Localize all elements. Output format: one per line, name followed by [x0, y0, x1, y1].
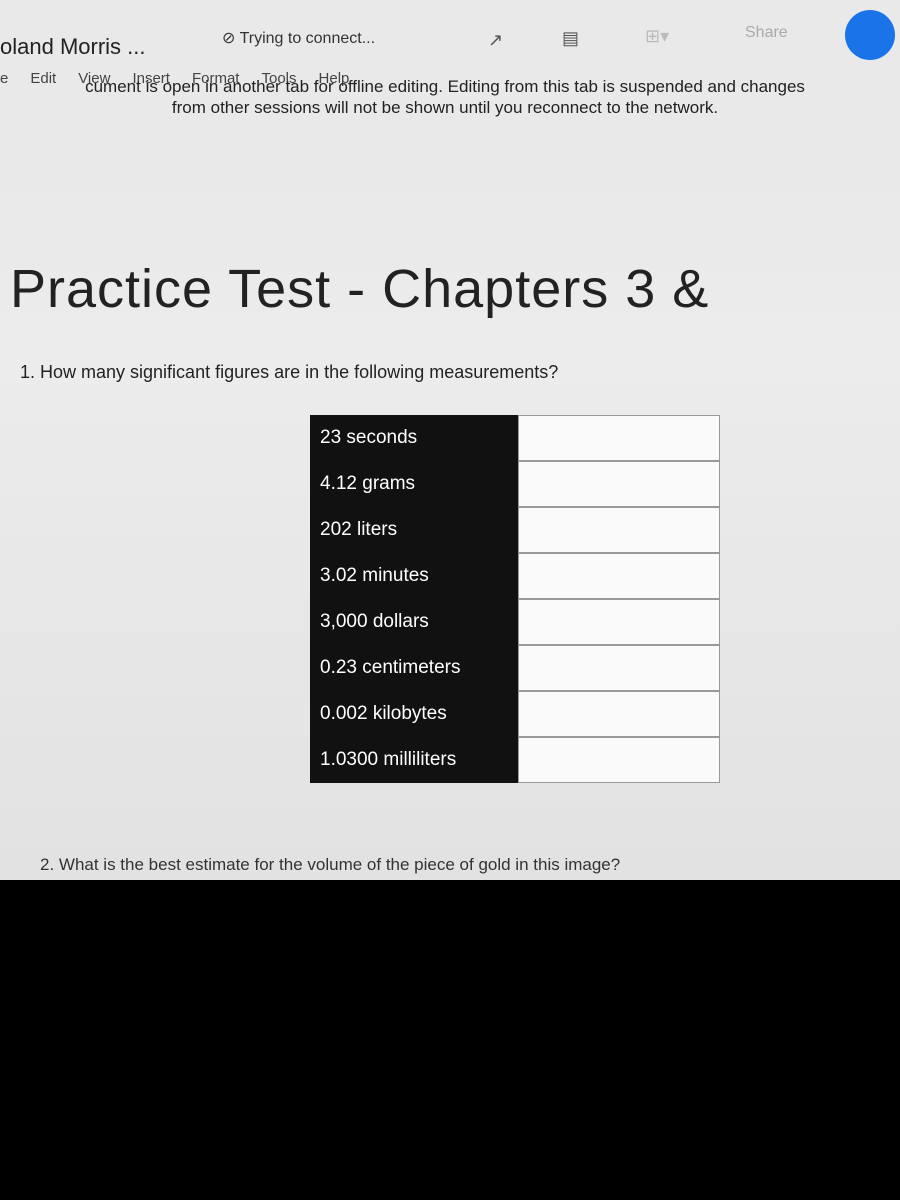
answer-cell[interactable] [518, 461, 720, 507]
answer-cell[interactable] [518, 645, 720, 691]
answer-cell[interactable] [518, 737, 720, 783]
table-row: 3,000 dollars [310, 599, 720, 645]
answer-cell[interactable] [518, 415, 720, 461]
answer-cell[interactable] [518, 691, 720, 737]
measurements-table: 23 seconds 4.12 grams 202 liters 3.02 mi… [310, 415, 720, 783]
measurement-cell: 3.02 minutes [310, 553, 518, 599]
table-row: 1.0300 milliliters [310, 737, 720, 783]
doc-title[interactable]: oland Morris ... [0, 34, 146, 60]
connection-status: ⊘ Trying to connect... [222, 28, 375, 48]
offline-banner: cument is open in another tab for offlin… [0, 76, 890, 118]
question-2: 2. What is the best estimate for the vol… [40, 855, 621, 874]
table-row: 4.12 grams [310, 461, 720, 507]
table-row: 3.02 minutes [310, 553, 720, 599]
offline-icon: ⊘ [222, 30, 240, 47]
status-text: Trying to connect... [239, 30, 376, 47]
answer-cell[interactable] [518, 553, 720, 599]
measurement-cell: 23 seconds [310, 415, 518, 461]
page-title: Practice Test - Chapters 3 & [10, 259, 710, 319]
table-row: 0.002 kilobytes [310, 691, 720, 737]
present-icon[interactable]: ⊞▾ [645, 26, 669, 47]
measurement-cell: 202 liters [310, 507, 518, 553]
answer-cell[interactable] [518, 599, 720, 645]
answer-cell[interactable] [518, 507, 720, 553]
share-button[interactable]: Share [745, 24, 788, 42]
measurement-cell: 4.12 grams [310, 461, 518, 507]
measurement-cell: 1.0300 milliliters [310, 737, 518, 783]
measurement-cell: 0.002 kilobytes [310, 691, 518, 737]
activity-icon[interactable]: ↗ [488, 30, 503, 51]
question-1: 1. How many significant figures are in t… [20, 362, 559, 382]
screen: oland Morris ... ⊘ Trying to connect... … [0, 0, 900, 880]
banner-line-2: from other sessions will not be shown un… [171, 98, 719, 117]
measurement-cell: 0.23 centimeters [310, 645, 518, 691]
table-row: 0.23 centimeters [310, 645, 720, 691]
table-row: 23 seconds [310, 415, 720, 461]
avatar[interactable] [845, 10, 895, 60]
banner-line-1: cument is open in another tab for offlin… [85, 77, 805, 96]
measurement-cell: 3,000 dollars [310, 599, 518, 645]
comments-icon[interactable]: ▤ [562, 28, 579, 49]
table-row: 202 liters [310, 507, 720, 553]
